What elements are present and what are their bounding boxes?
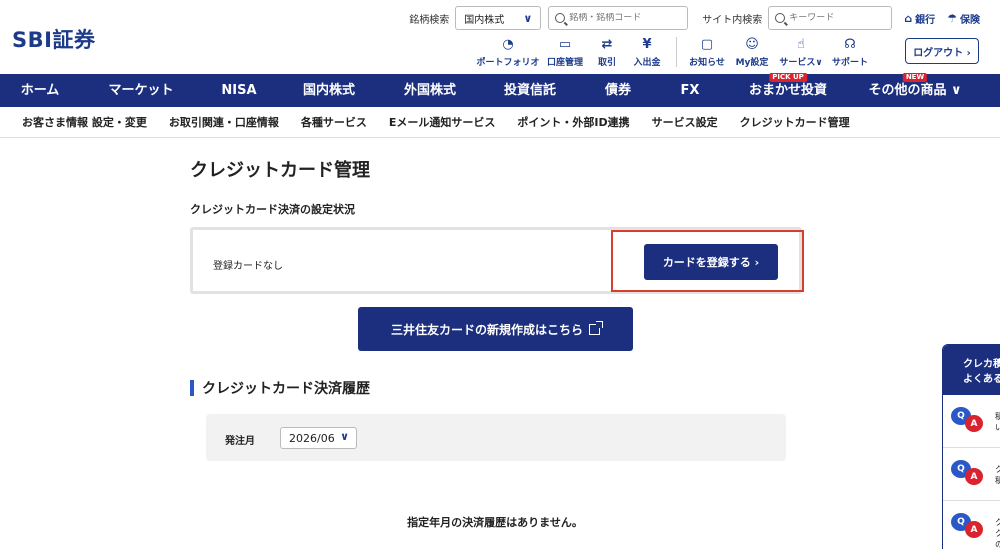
logout-button[interactable]: ログアウト › bbox=[905, 38, 979, 64]
portfolio-link[interactable]: ◔ ポートフォリオ bbox=[474, 37, 542, 68]
nav-nisa[interactable]: NISA bbox=[202, 74, 276, 107]
subnav-points-id[interactable]: ポイント・外部ID連携 bbox=[517, 114, 629, 130]
sbi-logo[interactable]: SBI証券 bbox=[12, 24, 95, 54]
nav-market[interactable]: マーケット bbox=[80, 74, 202, 107]
card-status-box: 登録カードなし カードを登録する › bbox=[190, 227, 804, 294]
message-icon: ▢ bbox=[700, 37, 714, 52]
chevron-down-icon: ∨ bbox=[523, 11, 533, 25]
subnav-service-settings[interactable]: サービス設定 bbox=[652, 114, 718, 130]
faq-item[interactable]: QA ク ク の bbox=[943, 501, 1000, 549]
nav-other-products[interactable]: NEW その他の商品 ∨ bbox=[850, 73, 980, 107]
pie-chart-icon: ◔ bbox=[502, 37, 514, 52]
site-header: SBI証券 銘柄検索 国内株式 ∨ サイト内検索 ⌂ 銀行 ☂ 保険 ◔ ポート… bbox=[0, 0, 1000, 74]
subnav-customer-info[interactable]: お客さま情報 設定・変更 bbox=[22, 114, 147, 130]
wallet-icon: ▭ bbox=[558, 37, 572, 52]
hand-icon: ☝ bbox=[797, 37, 805, 52]
section-bar bbox=[190, 380, 194, 396]
search-icon bbox=[775, 13, 786, 23]
exchange-icon: ⇄ bbox=[601, 37, 613, 52]
umbrella-icon: ☂ bbox=[947, 11, 957, 25]
external-link-icon bbox=[589, 320, 603, 335]
page-title: クレジットカード管理 bbox=[190, 160, 370, 181]
no-history-message: 指定年月の決済履歴はありません。 bbox=[407, 516, 583, 529]
pickup-badge: PICK UP bbox=[769, 73, 807, 82]
order-month-select[interactable]: 2026/06 ∨ bbox=[280, 427, 357, 449]
bank-icon: ⌂ bbox=[904, 11, 913, 25]
no-card-label: 登録カードなし bbox=[213, 261, 283, 272]
qa-icon: QA bbox=[951, 407, 985, 433]
market-select[interactable]: 国内株式 ∨ bbox=[455, 6, 542, 30]
qa-icon: QA bbox=[951, 460, 985, 486]
notice-link[interactable]: ▢ お知らせ bbox=[685, 37, 729, 68]
bank-link[interactable]: ⌂ 銀行 bbox=[904, 11, 935, 26]
nav-foreign-stock[interactable]: 外国株式 bbox=[382, 74, 478, 107]
services-menu[interactable]: ☝ サービス∨ bbox=[775, 37, 827, 68]
chevron-down-icon: ∨ bbox=[340, 430, 349, 443]
symbol-search-field[interactable] bbox=[548, 6, 689, 30]
support-link[interactable]: ☊ サポート bbox=[827, 37, 873, 68]
symbol-search-label: 銘柄検索 bbox=[409, 14, 450, 26]
sub-nav: お客さま情報 設定・変更 お取引関連・口座情報 各種サービス Eメール通知サービ… bbox=[0, 107, 1000, 138]
my-settings-link[interactable]: ☺ My設定 bbox=[729, 37, 775, 68]
header-icon-row: ◔ ポートフォリオ ▭ 口座管理 ⇄ 取引 ¥ 入出金 ▢ お知らせ ☺ My設… bbox=[474, 37, 873, 69]
nav-fx[interactable]: FX bbox=[654, 74, 726, 107]
header-search-row: 銘柄検索 国内株式 ∨ サイト内検索 ⌂ 銀行 ☂ 保険 bbox=[409, 6, 1000, 30]
history-section-title: クレジットカード決済履歴 bbox=[190, 378, 370, 398]
main-nav: ホーム マーケット NISA 国内株式 外国株式 投資信託 債券 FX PICK… bbox=[0, 73, 1000, 107]
symbol-search-input[interactable] bbox=[569, 13, 682, 23]
nav-domestic-stock[interactable]: 国内株式 bbox=[276, 74, 382, 107]
site-search-label: サイト内検索 bbox=[702, 14, 763, 26]
qa-icon: QA bbox=[951, 513, 985, 539]
mitsui-card-apply-button[interactable]: 三井住友カードの新規作成はこちら bbox=[358, 307, 633, 351]
nav-bonds[interactable]: 債券 bbox=[582, 74, 654, 107]
faq-item[interactable]: QA 積 い bbox=[943, 395, 1000, 448]
headset-icon: ☊ bbox=[844, 37, 856, 52]
subnav-trade-account[interactable]: お取引関連・口座情報 bbox=[169, 114, 279, 130]
user-icon: ☺ bbox=[745, 37, 759, 52]
status-section-title: クレジットカード決済の設定状況 bbox=[190, 203, 355, 216]
nav-home[interactable]: ホーム bbox=[0, 74, 80, 107]
header-divider bbox=[676, 37, 677, 67]
site-search-input[interactable] bbox=[789, 13, 886, 23]
nav-mutual-funds[interactable]: 投資信託 bbox=[478, 74, 582, 107]
insurance-link[interactable]: ☂ 保険 bbox=[947, 11, 980, 26]
new-badge: NEW bbox=[902, 73, 928, 82]
highlight-frame: カードを登録する › bbox=[611, 230, 804, 292]
faq-panel[interactable]: クレカ積 よくある QA 積 い QA ク 積 QA ク ク の bbox=[942, 344, 1000, 549]
deposit-link[interactable]: ¥ 入出金 bbox=[626, 37, 668, 68]
yen-icon: ¥ bbox=[642, 37, 652, 52]
search-icon bbox=[555, 13, 566, 23]
order-month-label: 発注月 bbox=[225, 436, 255, 447]
faq-item[interactable]: QA ク 積 bbox=[943, 448, 1000, 501]
account-link[interactable]: ▭ 口座管理 bbox=[542, 37, 588, 68]
subnav-services[interactable]: 各種サービス bbox=[301, 114, 367, 130]
subnav-credit-card[interactable]: クレジットカード管理 bbox=[740, 114, 850, 130]
nav-robo-advisor[interactable]: PICK UP おまかせ投資 bbox=[726, 73, 850, 107]
subnav-email-notify[interactable]: Eメール通知サービス bbox=[389, 114, 496, 130]
faq-header: クレカ積 よくある bbox=[943, 345, 1000, 395]
site-search-field[interactable] bbox=[768, 6, 893, 30]
history-filter: 発注月 2026/06 ∨ bbox=[206, 414, 786, 461]
trade-link[interactable]: ⇄ 取引 bbox=[588, 37, 626, 68]
register-card-button[interactable]: カードを登録する › bbox=[644, 244, 778, 280]
